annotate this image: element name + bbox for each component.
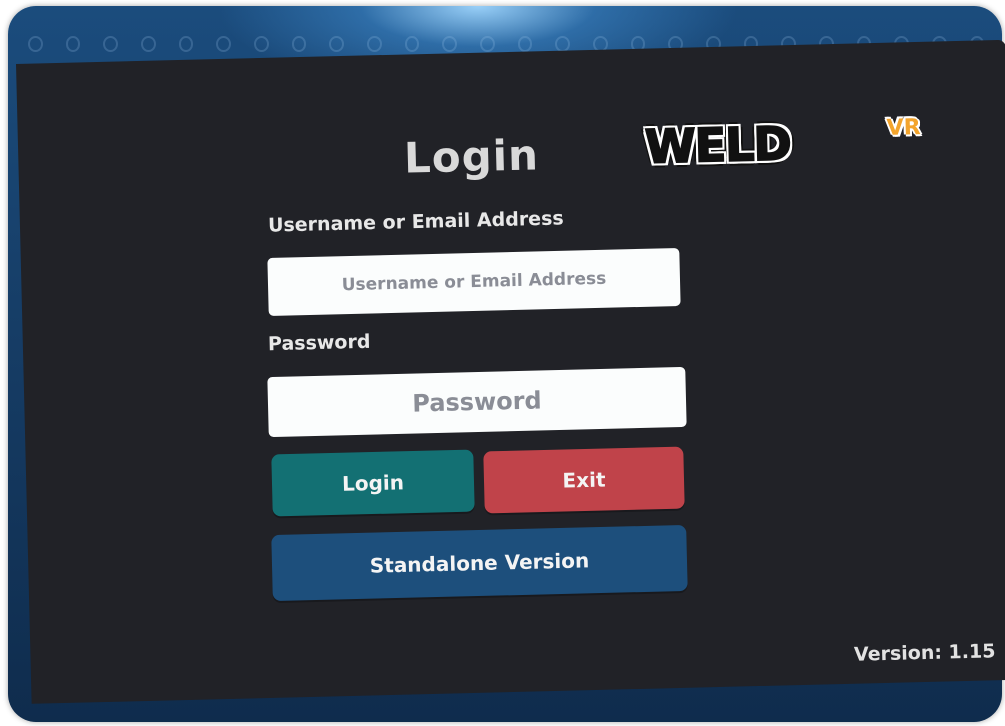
password-label: Password [267,330,371,356]
standalone-version-button[interactable]: Standalone Version [271,524,688,602]
login-button[interactable]: Login [271,449,475,517]
logo-main-text: WELD [643,115,792,175]
password-placeholder: Password [411,386,543,418]
version-text: Version: 1.15 [853,640,996,666]
password-input[interactable]: Password [267,366,687,438]
username-placeholder: Username or Email Address [341,268,607,296]
page-title: Login [403,130,540,183]
username-input[interactable]: Username or Email Address [267,247,681,317]
login-button-label: Login [341,470,405,496]
weldvr-logo: WELD VR [643,115,921,175]
standalone-button-label: Standalone Version [369,548,590,578]
exit-button-label: Exit [562,467,606,493]
exit-button[interactable]: Exit [483,446,685,514]
logo-sub-text: VR [886,115,921,141]
